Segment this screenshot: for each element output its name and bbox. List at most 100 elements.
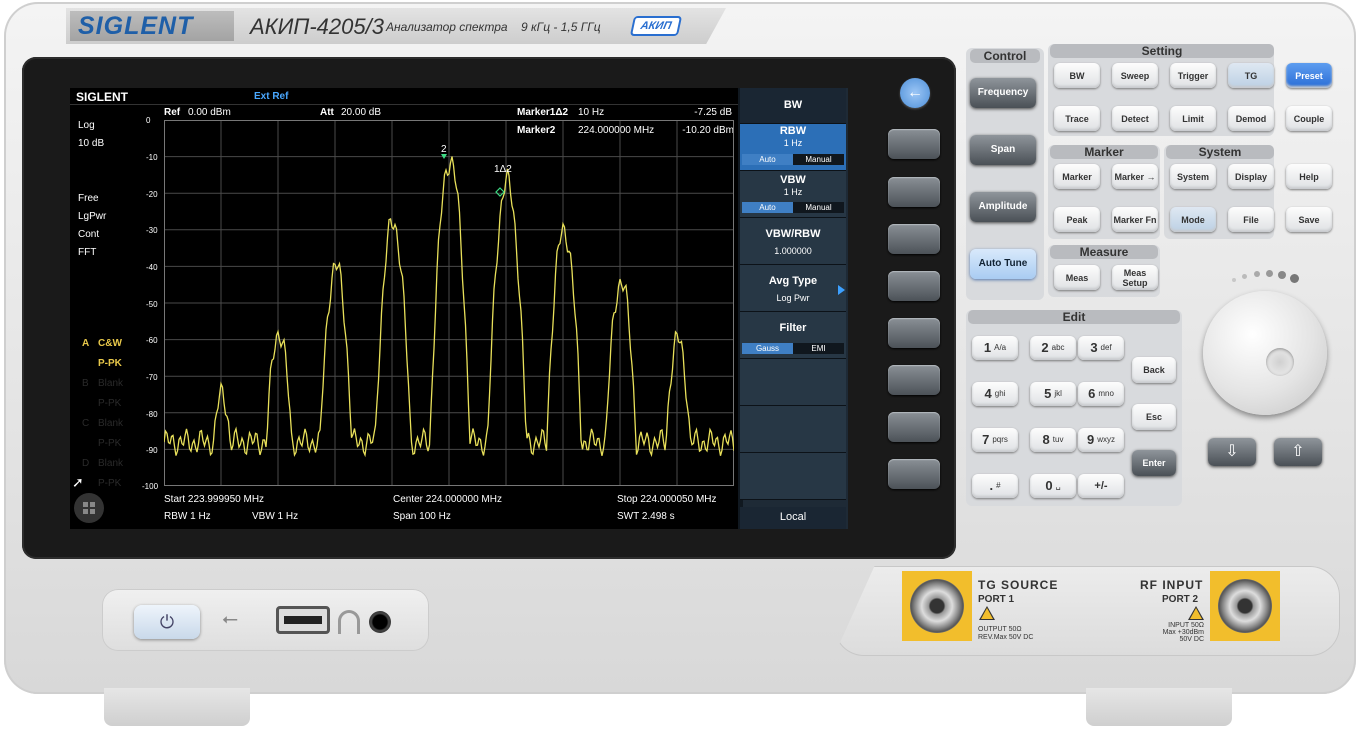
mode-button[interactable]: Mode	[1170, 207, 1216, 232]
filter-gauss-option[interactable]: Gauss	[742, 343, 793, 354]
trace-b-letter[interactable]: B	[82, 378, 89, 389]
rbw-mode-toggle[interactable]: Auto Manual	[742, 154, 844, 165]
esc-button[interactable]: Esc	[1132, 404, 1176, 430]
softkey-vbw[interactable]: VBW 1 Hz Auto Manual	[740, 171, 846, 218]
couple-button[interactable]: Couple	[1286, 106, 1332, 131]
scale-type: Log	[78, 120, 95, 131]
header-divider	[70, 104, 738, 105]
key-7[interactable]: 7 pqrs	[972, 428, 1018, 452]
softkey-button-7[interactable]	[888, 412, 940, 442]
limit-button[interactable]: Limit	[1170, 106, 1216, 131]
display-button[interactable]: Display	[1228, 164, 1274, 189]
softkey-button-5[interactable]	[888, 318, 940, 348]
arrow-up-icon: ⇧	[1291, 443, 1305, 460]
key-3[interactable]: 3 def	[1078, 336, 1124, 360]
rbw-auto-option[interactable]: Auto	[742, 154, 793, 165]
rbw-manual-option[interactable]: Manual	[793, 154, 844, 165]
rotary-knob[interactable]	[1203, 291, 1327, 415]
enter-button[interactable]: Enter	[1132, 450, 1176, 476]
tg-spec-rev: REV.Max 50V DC	[978, 634, 1034, 641]
softkey-button-6[interactable]	[888, 365, 940, 395]
filter-emi-option[interactable]: EMI	[793, 343, 844, 354]
span-button[interactable]: Span	[970, 135, 1036, 165]
key-6[interactable]: 6 mno	[1078, 382, 1124, 406]
softkey-vbw-rbw[interactable]: VBW/RBW 1.000000	[740, 218, 846, 265]
stop-frequency: Stop 224.000050 MHz	[617, 494, 717, 505]
marker-to-button[interactable]: Marker →	[1112, 164, 1158, 189]
back-arrow-icon: ←	[907, 84, 923, 101]
softkey-filter[interactable]: Filter Gauss EMI	[740, 312, 846, 359]
softkey-button-4[interactable]	[888, 271, 940, 301]
arrow-down-button[interactable]: ⇩	[1208, 438, 1256, 466]
vbw-auto-option[interactable]: Auto	[742, 202, 793, 213]
sweep-type-status: FFT	[78, 247, 97, 258]
save-button[interactable]: Save	[1286, 207, 1332, 232]
soft-menu-panel: BW RBW 1 Hz Auto Manual VBW 1 Hz Auto Ma…	[738, 88, 848, 529]
frequency-button[interactable]: Frequency	[970, 78, 1036, 108]
trace-b-mode: Blank	[98, 378, 124, 389]
rbw-readout: RBW 1 Hz	[164, 511, 211, 522]
vbw-manual-option[interactable]: Manual	[793, 202, 844, 213]
key-9[interactable]: 9 wxyz	[1078, 428, 1124, 452]
softkey-button-8[interactable]	[888, 459, 940, 489]
marker-2-tag: 2	[441, 144, 447, 155]
softkey-rbw[interactable]: RBW 1 Hz Auto Manual	[740, 124, 846, 171]
bw-button[interactable]: BW	[1054, 63, 1100, 88]
demod-button[interactable]: Demod	[1228, 106, 1274, 131]
att-value: 20.00 dB	[341, 107, 382, 118]
warning-icon	[979, 606, 995, 620]
softkey-button-1[interactable]	[888, 129, 940, 159]
preset-button[interactable]: Preset	[1286, 63, 1332, 88]
key-8[interactable]: 8 tuv	[1030, 428, 1076, 452]
marker-button[interactable]: Marker	[1054, 164, 1100, 189]
trigger-button[interactable]: Trigger	[1170, 63, 1216, 88]
tg-button[interactable]: TG	[1228, 63, 1274, 88]
headphone-icon	[338, 610, 360, 634]
meas-setup-button[interactable]: Meas Setup	[1112, 265, 1158, 290]
sweep-button[interactable]: Sweep	[1112, 63, 1158, 88]
help-button[interactable]: Help	[1286, 164, 1332, 189]
arrow-up-button[interactable]: ⇧	[1274, 438, 1322, 466]
key-4[interactable]: 4 ghi	[972, 382, 1018, 406]
menu-back-button[interactable]: ←	[900, 78, 930, 108]
softkey-empty-7[interactable]	[740, 406, 846, 453]
detect-button[interactable]: Detect	[1112, 106, 1158, 131]
vbw-mode-toggle[interactable]: Auto Manual	[742, 202, 844, 213]
key-2[interactable]: 2 abc	[1030, 336, 1076, 360]
trace-c-letter[interactable]: C	[82, 418, 89, 429]
warning-icon	[1188, 606, 1204, 620]
trace-d-letter[interactable]: D	[82, 458, 89, 469]
att-label: Att	[320, 107, 334, 118]
key-1[interactable]: 1 A/a	[972, 336, 1018, 360]
marker-fn-button[interactable]: Marker Fn	[1112, 207, 1158, 232]
softkey-empty-8[interactable]	[740, 453, 846, 500]
softkey-empty-6[interactable]	[740, 359, 846, 406]
softkey-avg-type[interactable]: Avg Type Log Pwr	[740, 265, 846, 312]
audio-jack	[369, 611, 391, 633]
auto-tune-button[interactable]: Auto Tune	[970, 249, 1036, 279]
softkey-button-3[interactable]	[888, 224, 940, 254]
file-button[interactable]: File	[1228, 207, 1274, 232]
system-button[interactable]: System	[1170, 164, 1216, 189]
key-plus-minus[interactable]: +/-	[1078, 474, 1124, 498]
trace-c-detector: P-PK	[98, 438, 122, 449]
trigger-status: Free	[78, 193, 99, 204]
arrow-down-icon: ⇩	[1225, 443, 1239, 460]
key-5[interactable]: 5 jkl	[1030, 382, 1076, 406]
key-decimal[interactable]: . #	[972, 474, 1018, 498]
amplitude-button[interactable]: Amplitude	[970, 192, 1036, 222]
power-button[interactable]: ⏻	[134, 605, 200, 639]
back-button[interactable]: Back	[1132, 357, 1176, 383]
trace-button[interactable]: Trace	[1054, 106, 1100, 131]
peak-button[interactable]: Peak	[1054, 207, 1100, 232]
meas-button[interactable]: Meas	[1054, 265, 1100, 290]
setting-title: Setting	[1050, 44, 1274, 58]
app-menu-icon[interactable]	[74, 493, 104, 523]
softkey-button-2[interactable]	[888, 177, 940, 207]
ext-ref-indicator: Ext Ref	[254, 91, 289, 102]
trace-a-letter[interactable]: A	[82, 338, 89, 349]
filter-type-toggle[interactable]: Gauss EMI	[742, 343, 844, 354]
y-tick: -50	[146, 300, 158, 309]
softkey-rbw-value: 1 Hz	[783, 138, 803, 148]
key-0[interactable]: 0 ␣	[1030, 474, 1076, 498]
